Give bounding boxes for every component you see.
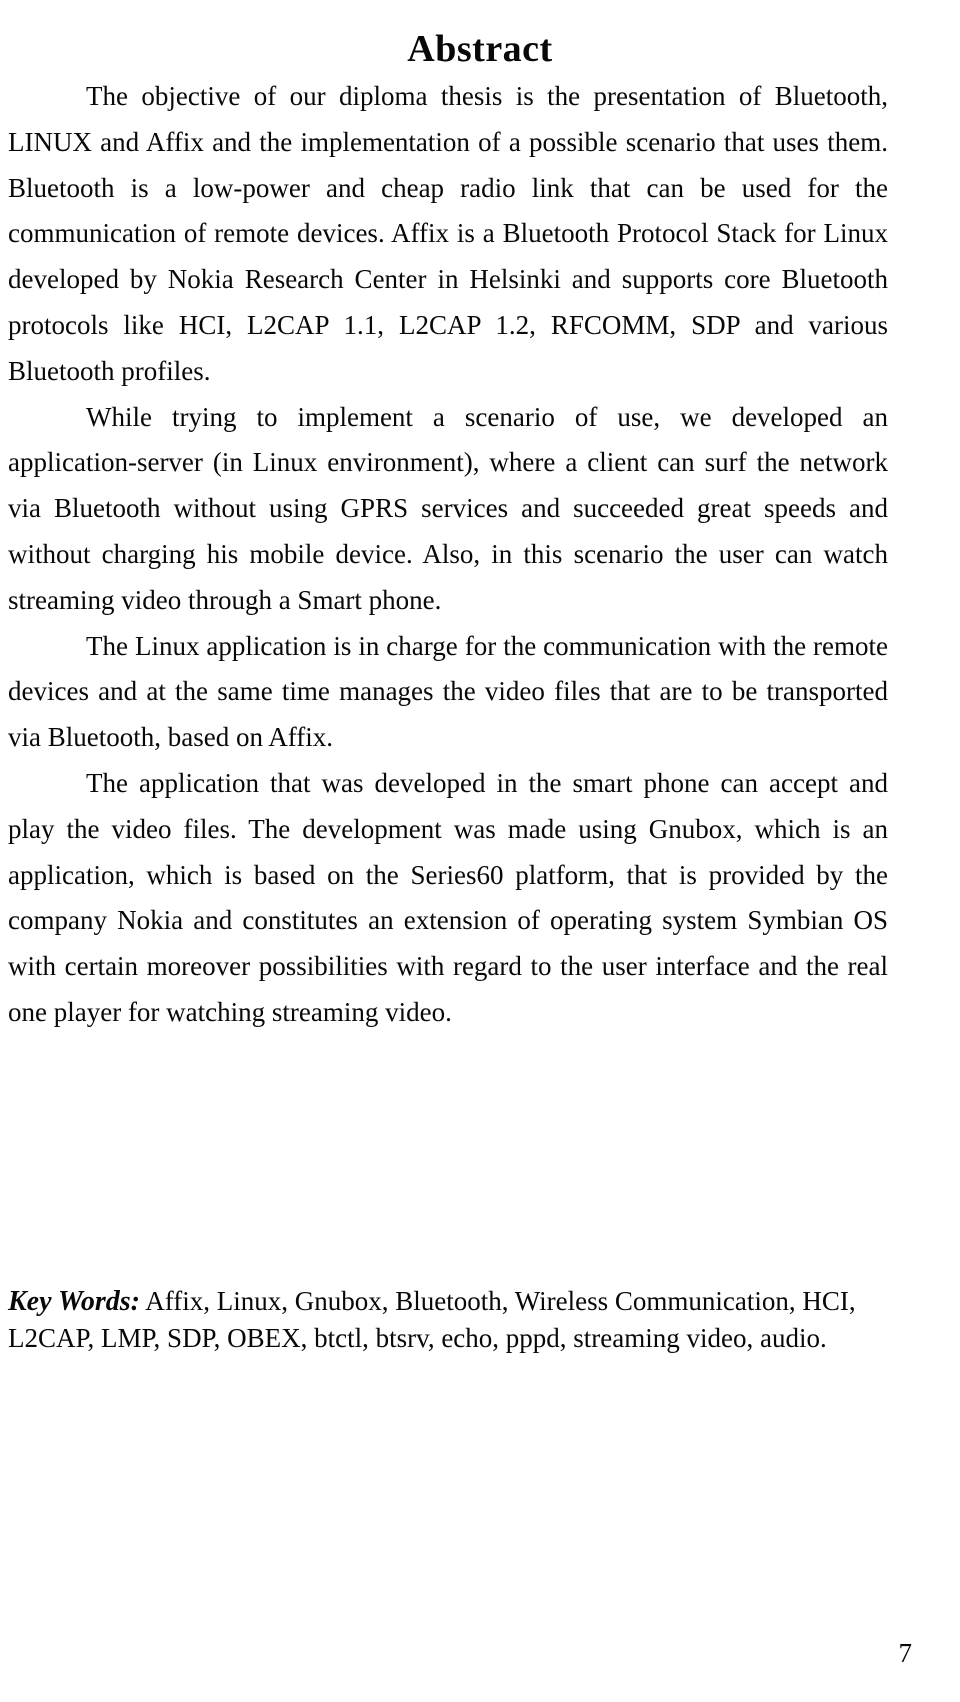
keywords-label: Key Words: — [8, 1286, 140, 1317]
abstract-paragraph-1: The objective of our diploma thesis is t… — [8, 81, 888, 386]
page-number: 7 — [898, 1638, 913, 1668]
abstract-paragraph-4: The application that was developed in th… — [8, 767, 888, 1027]
abstract-paragraph-3: The Linux application is in charge for t… — [8, 630, 888, 753]
keywords-section: Key Words: Affix, Linux, Gnubox, Bluetoo… — [8, 1283, 890, 1356]
abstract-body: The objective of our diploma thesis is t… — [8, 74, 888, 1036]
document-page: Abstract The objective of our diploma th… — [0, 0, 960, 1702]
page-title: Abstract — [407, 28, 553, 71]
abstract-paragraph-2: While trying to implement a scenario of … — [8, 401, 888, 615]
keywords-line: Key Words: Affix, Linux, Gnubox, Bluetoo… — [8, 1283, 890, 1356]
